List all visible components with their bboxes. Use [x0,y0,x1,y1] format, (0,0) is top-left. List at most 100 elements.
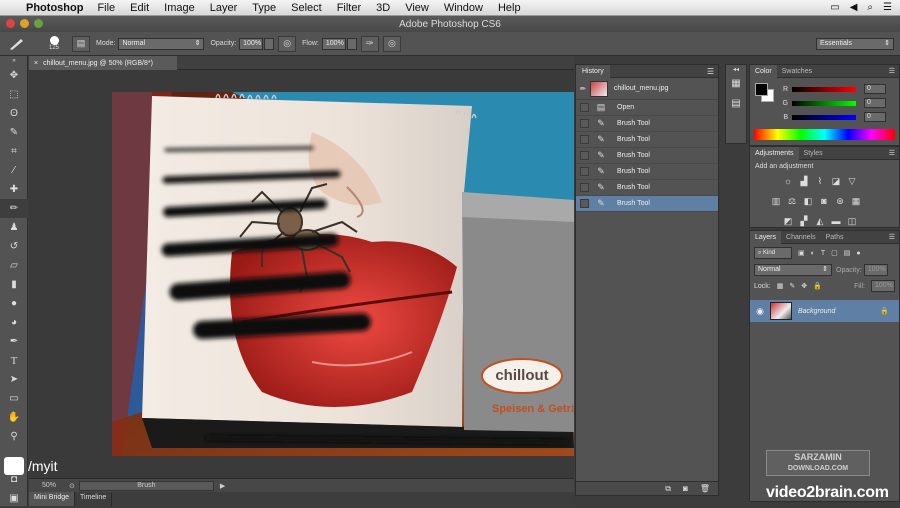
red-value-input[interactable]: 0 [864,84,886,94]
menu-window[interactable]: Window [444,2,483,14]
blur-tool-icon[interactable]: ● [0,294,28,313]
tab-color[interactable]: Color [750,64,777,78]
tab-mini-bridge[interactable]: Mini Bridge [29,492,76,506]
history-source-checkbox[interactable] [580,167,589,176]
tab-layers[interactable]: Layers [750,230,782,244]
filter-shape-icon[interactable]: ▢ [831,249,838,257]
channel-mixer-icon[interactable]: ⊛ [834,195,846,207]
selective-color-icon[interactable]: ◫ [846,215,858,227]
blue-value-input[interactable]: 0 [864,112,886,122]
mode-select[interactable]: Normal ⇕ [118,37,205,50]
brush-tool-icon[interactable]: ✏ [0,199,28,218]
history-item-brush[interactable]: ✎ Brush Tool [576,148,718,164]
levels-icon[interactable]: ▟ [798,175,810,187]
history-item-brush[interactable]: ✎ Brush Tool [576,132,718,148]
layer-opacity-input[interactable]: 100% [863,264,888,276]
flow-slider-toggle[interactable] [346,37,357,50]
dodge-tool-icon[interactable]: ◕ [0,313,28,332]
history-source-checkbox[interactable] [580,183,589,192]
color-lookup-icon[interactable]: ▦ [850,195,862,207]
tab-adjustments[interactable]: Adjustments [750,146,799,160]
history-source-checkbox[interactable] [580,135,589,144]
menu-image[interactable]: Image [164,2,195,14]
history-source-checkbox[interactable] [580,103,589,112]
menu-filter[interactable]: Filter [337,2,361,14]
foreground-color-swatch[interactable] [755,83,768,96]
curves-icon[interactable]: ⌇ [814,175,826,187]
zoom-level[interactable]: 50% [29,482,69,489]
menu-select[interactable]: Select [291,2,322,14]
tab-swatches[interactable]: Swatches [777,65,817,78]
history-source-checkbox[interactable] [580,119,589,128]
exposure-icon[interactable]: ◪ [830,175,842,187]
filter-pixel-icon[interactable]: ▣ [798,249,805,257]
panel-menu-icon[interactable]: ☰ [889,67,895,75]
gradient-map-icon[interactable]: ▬ [830,215,842,227]
history-item-brush[interactable]: ✎ Brush Tool [576,180,718,196]
blue-slider[interactable] [792,114,856,120]
lock-position-icon[interactable]: ✥ [801,282,807,290]
status-info[interactable]: Brush [78,480,214,491]
lock-image-icon[interactable]: ✎ [789,282,795,290]
menu-edit[interactable]: Edit [130,2,149,14]
filter-type-icon[interactable]: T [821,250,825,257]
tab-paths[interactable]: Paths [821,231,849,244]
black-white-icon[interactable]: ◧ [802,195,814,207]
history-item-open[interactable]: ▤ Open [576,100,718,116]
filter-toggle-icon[interactable]: ● [856,250,860,257]
minimize-window-icon[interactable] [20,19,29,28]
close-window-icon[interactable] [6,19,15,28]
app-menu[interactable]: Photoshop [26,2,83,14]
status-menu-arrow-icon[interactable]: ▶ [220,482,225,490]
lock-all-icon[interactable]: 🔒 [813,282,822,290]
document-tab[interactable]: × chillout_menu.jpg @ 50% (RGB/8*) [29,56,177,70]
properties-panel-icon[interactable]: ▤ [726,93,746,113]
new-snapshot-icon[interactable]: ◙ [683,484,688,493]
panel-menu-icon[interactable]: ☰ [707,67,714,76]
menu-layer[interactable]: Layer [210,2,238,14]
history-snapshot[interactable]: ✏ chillout_menu.jpg [576,78,718,100]
menu-3d[interactable]: 3D [376,2,390,14]
brush-panel-toggle-button[interactable]: ▤ [72,35,90,52]
filter-smart-object-icon[interactable]: ▤ [844,249,851,257]
tool-preset-picker[interactable] [0,37,34,51]
pen-tool-icon[interactable]: ✒ [0,332,28,351]
eyedropper-tool-icon[interactable]: ⁄ [0,161,28,180]
clone-stamp-tool-icon[interactable]: ♟ [0,218,28,237]
brush-preset-picker[interactable]: 125 [40,34,68,54]
tab-styles[interactable]: Styles [799,147,828,160]
notification-icon[interactable]: ☰ [883,2,892,13]
menu-help[interactable]: Help [498,2,521,14]
workspace-select[interactable]: Essentials ⇕ [816,38,894,50]
crop-tool-icon[interactable]: ⌗ [0,142,28,161]
tab-timeline[interactable]: Timeline [75,492,113,506]
green-slider[interactable] [792,100,856,106]
tools-collapse-icon[interactable]: » [0,56,28,66]
threshold-icon[interactable]: ◭ [814,215,826,227]
history-brush-tool-icon[interactable]: ↺ [0,237,28,256]
red-slider[interactable] [792,86,856,92]
invert-icon[interactable]: ◩ [782,215,794,227]
flow-input[interactable]: 100% [321,37,346,50]
document-canvas[interactable]: chillout Speisen & Getränke [112,92,574,456]
filter-adjustment-icon[interactable]: ◐ [811,250,815,257]
color-spectrum-bar[interactable] [754,129,895,140]
photo-filter-icon[interactable]: ◙ [818,195,830,207]
tab-history[interactable]: History [576,64,610,78]
zoom-tool-icon[interactable]: ⚲ [0,427,28,446]
hand-tool-icon[interactable]: ✋ [0,408,28,427]
menu-type[interactable]: Type [252,2,276,14]
history-panel-icon[interactable]: ▦ [726,73,746,93]
pressure-size-button[interactable]: ◎ [382,35,401,52]
battery-icon[interactable]: ▭ [830,2,839,13]
history-source-checkbox[interactable] [580,151,589,160]
posterize-icon[interactable]: ▞ [798,215,810,227]
tab-channels[interactable]: Channels [781,231,821,244]
rectangle-tool-icon[interactable]: ▭ [0,389,28,408]
opacity-slider-toggle[interactable] [264,37,275,50]
airbrush-button[interactable]: ✑ [360,35,379,52]
type-tool-icon[interactable]: T [0,351,28,370]
screen-mode-icon[interactable]: ▣ [0,489,28,508]
history-item-brush-selected[interactable]: ✎ Brush Tool [576,196,718,212]
filter-kind-select[interactable]: ⌕ Kind [754,247,792,259]
